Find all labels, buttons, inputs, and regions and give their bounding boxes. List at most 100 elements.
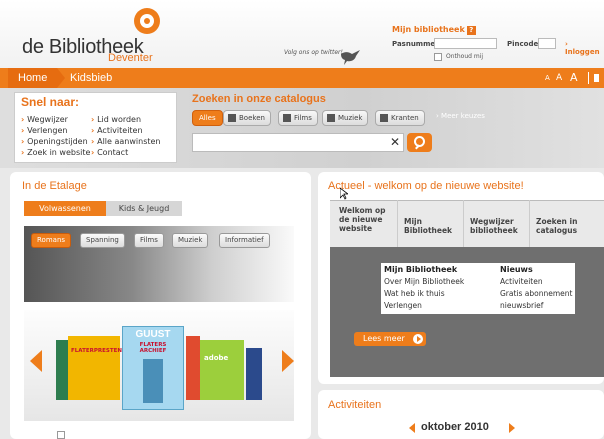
lees-meer-label: Lees meer — [363, 334, 405, 343]
book-cover-1[interactable]: FLATERPRESTEN — [68, 336, 122, 400]
search-button[interactable] — [407, 133, 432, 152]
book-icon — [228, 114, 236, 122]
newspaper-icon — [380, 114, 388, 122]
chip-romans[interactable]: Romans — [31, 233, 72, 248]
menu-heading-nieuws: Nieuws — [500, 265, 533, 274]
pasnummer-input[interactable] — [434, 38, 497, 49]
pincode-label: Pincode — [507, 40, 539, 48]
tab-zoeken-line: Zoeken in — [536, 217, 578, 226]
snel-link-zoek-in-website[interactable]: Zoek in website — [21, 148, 90, 157]
chip-muziek[interactable]: Muziek — [172, 233, 209, 248]
tab-mijn-line: Mijn — [404, 217, 422, 226]
filter-kranten-label: Kranten — [391, 114, 419, 122]
menu-link[interactable]: Gratis abonnement — [500, 289, 573, 298]
music-icon — [327, 114, 335, 122]
tab-zoeken-line: catalogus — [536, 226, 578, 235]
carousel-prev-arrow-icon[interactable] — [30, 350, 42, 372]
nav-kidsbieb[interactable]: Kidsbieb — [70, 68, 112, 88]
snel-link-activiteiten[interactable]: Activiteiten — [91, 126, 142, 135]
help-icon[interactable]: ? — [466, 26, 476, 35]
main-nav: Home Kidsbieb A A A — [0, 68, 604, 88]
snel-link-contact[interactable]: Contact — [91, 148, 128, 157]
filter-muziek-label: Muziek — [338, 114, 363, 122]
menu-heading-mijn: Mijn Bibliotheek — [384, 265, 458, 274]
snel-naar-title: Snel naar: — [21, 95, 80, 109]
snel-link-verlengen[interactable]: Verlengen — [21, 126, 67, 135]
tab-volwassenen[interactable]: Volwassenen — [24, 201, 106, 216]
book-cover-spine-3[interactable] — [246, 348, 262, 400]
menu-link[interactable]: Verlengen — [384, 301, 422, 310]
snel-naar-box: Snel naar: Wegwijzer Verlengen Openingst… — [14, 92, 177, 163]
snel-link-wegwijzer[interactable]: Wegwijzer — [21, 115, 68, 124]
nav-home[interactable]: Home — [8, 68, 66, 88]
tab-divider — [397, 200, 398, 247]
meer-keuzes-link[interactable]: › Meer keuzes — [436, 112, 485, 120]
catalog-search-title: Zoeken in onze catalogus — [192, 93, 326, 105]
font-size-medium[interactable]: A — [556, 68, 562, 88]
tab-mijn-bibliotheek[interactable]: Mijn Bibliotheek — [404, 217, 452, 235]
book-cover-2-figure — [143, 359, 163, 403]
book-cover-3[interactable]: adobe — [200, 340, 244, 400]
menu-link[interactable]: nieuwsbrief — [500, 301, 543, 310]
tab-zoeken-catalogus[interactable]: Zoeken in catalogus — [536, 217, 577, 235]
carousel-checkbox[interactable] — [57, 431, 65, 439]
filter-films[interactable]: Films — [278, 110, 318, 126]
book-cover-2-subtitle: FLATERS ARCHIEF — [139, 342, 167, 354]
tab-wegwijzer[interactable]: Wegwijzer bibliotheek — [470, 217, 518, 235]
font-size-small[interactable]: A — [545, 68, 550, 88]
font-size-large[interactable]: A — [570, 68, 578, 88]
book-cover-2[interactable]: GUUST FLATERS ARCHIEF — [122, 326, 184, 410]
lees-meer-button[interactable]: Lees meer — [354, 332, 426, 346]
login-link[interactable]: › Inloggen — [565, 40, 604, 56]
book-cover-spine-2[interactable] — [186, 336, 200, 400]
snel-link-openingstijden[interactable]: Openingstijden — [21, 137, 88, 146]
filter-alles[interactable]: Alles — [192, 110, 223, 126]
carousel-next-arrow-icon[interactable] — [282, 350, 294, 372]
onthoud-label: Onthoud mij — [446, 53, 484, 60]
clear-search-icon[interactable]: ✕ — [390, 135, 400, 149]
play-arrow-icon — [413, 334, 423, 344]
chip-spanning[interactable]: Spanning — [80, 233, 125, 248]
tab-divider — [463, 200, 464, 247]
filter-muziek[interactable]: Muziek — [322, 110, 369, 126]
chip-films[interactable]: Films — [134, 233, 164, 248]
tab-mijn-line: Bibliotheek — [404, 226, 453, 235]
filter-boeken[interactable]: Boeken — [223, 110, 271, 126]
twitter-bird-icon[interactable] — [340, 48, 362, 66]
mouse-cursor-icon — [340, 188, 348, 200]
snel-link-alle-aanwinsten[interactable]: Alle aanwinsten — [91, 137, 160, 146]
month-label: oktober 2010 — [421, 421, 489, 433]
onthoud-checkbox[interactable] — [434, 53, 442, 61]
snel-link-lid-worden[interactable]: Lid worden — [91, 115, 141, 124]
tab-welkom-line: website — [339, 224, 373, 233]
tab-wegwijzer-line: bibliotheek — [470, 226, 518, 235]
tab-wegwijzer-line: Wegwijzer — [470, 217, 514, 226]
pincode-input[interactable] — [538, 38, 556, 49]
mijn-bibliotheek-link[interactable]: Mijn bibliotheek? — [392, 25, 476, 35]
filter-kranten[interactable]: Kranten — [375, 110, 425, 126]
chip-informatief[interactable]: Informatief — [219, 233, 270, 248]
menu-link[interactable]: Over Mijn Bibliotheek — [384, 277, 464, 286]
book-cover-2-title: GUUST — [135, 329, 171, 340]
site-header: de Bibliotheek Deventer Volg ons op twit… — [0, 0, 604, 68]
book-cover-3-title: adobe — [204, 354, 229, 362]
tab-welkom-line: de nieuwe — [339, 215, 383, 224]
catalog-search-input[interactable] — [192, 133, 404, 152]
tab-divider — [529, 200, 530, 247]
nav-divider — [588, 72, 589, 84]
actueel-title: Actueel - welkom op de nieuwe website! — [328, 180, 524, 192]
next-month-icon[interactable] — [509, 423, 515, 433]
etalage-title: In de Etalage — [22, 180, 87, 192]
tab-kids-jeugd[interactable]: Kids & Jeugd — [106, 201, 182, 216]
mijn-bibliotheek-label: Mijn bibliotheek — [392, 25, 465, 34]
menu-link[interactable]: Activiteiten — [500, 277, 543, 286]
twitter-link-text[interactable]: Volg ons op twitter! — [284, 49, 343, 56]
library-logo-icon[interactable] — [134, 8, 160, 34]
tab-welkom[interactable]: Welkom op de nieuwe website — [339, 206, 386, 233]
prev-month-icon[interactable] — [409, 423, 415, 433]
filter-films-label: Films — [294, 114, 312, 122]
menu-link[interactable]: Wat heb ik thuis — [384, 289, 445, 298]
speaker-icon[interactable] — [594, 74, 599, 82]
logo-subtitle[interactable]: Deventer — [108, 52, 153, 64]
book-cover-1-title: FLATERPRESTEN — [71, 348, 122, 354]
